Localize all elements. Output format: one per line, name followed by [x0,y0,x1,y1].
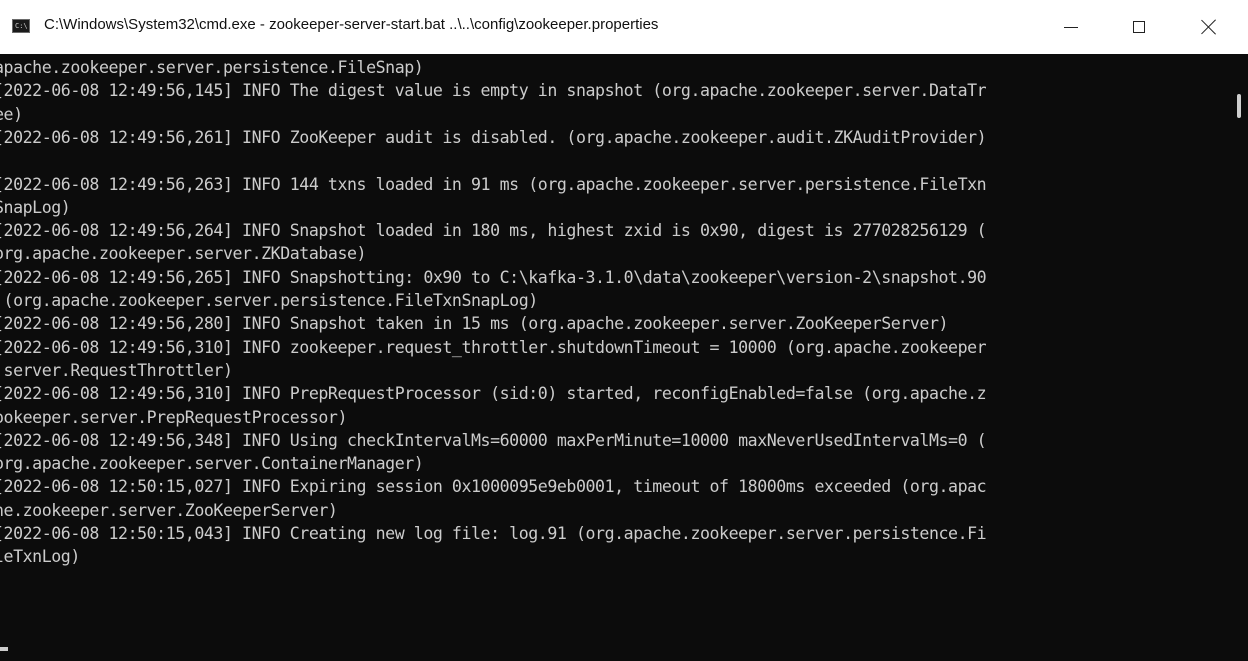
minimize-button[interactable] [1040,0,1102,54]
console-line: he.zookeeper.server.ZooKeeperServer) [0,500,338,520]
scrollbar-thumb[interactable] [1237,94,1241,118]
console-line: org.apache.zookeeper.server.ContainerMan… [0,454,424,474]
console-line: [2022-06-08 12:49:56,310] INFO PrepReque… [0,384,987,404]
console-line: [2022-06-08 12:49:56,348] INFO Using che… [0,430,987,450]
console-line: [2022-06-08 12:49:56,280] INFO Snapshot … [0,314,949,334]
console-line: SnapLog) [0,197,71,217]
maximize-icon [1133,21,1145,33]
console-line: apache.zookeeper.server.persistence.File… [0,58,424,77]
console-line: [2022-06-08 12:50:15,027] INFO Expiring … [0,477,987,497]
close-icon [1201,19,1217,35]
title-bar[interactable]: C:\ C:\Windows\System32\cmd.exe - zookee… [0,0,1248,54]
console-line: [2022-06-08 12:49:56,263] INFO 144 txns … [0,174,987,194]
text-cursor [0,647,8,651]
console-line: [2022-06-08 12:49:56,310] INFO zookeeper… [0,337,987,357]
close-button[interactable] [1178,0,1240,54]
maximize-button[interactable] [1108,0,1170,54]
console-line: ee) [0,104,23,124]
console-output[interactable]: apache.zookeeper.server.persistence.File… [0,54,1228,661]
minimize-icon [1064,26,1078,28]
window-title: C:\Windows\System32\cmd.exe - zookeeper-… [44,16,659,33]
console-line: [2022-06-08 12:49:56,145] INFO The diges… [0,81,987,101]
console-line: leTxnLog) [0,547,80,567]
console-line: ookeeper.server.PrepRequestProcessor) [0,407,347,427]
console-line: [2022-06-08 12:49:56,265] INFO Snapshott… [0,267,987,287]
cmd-window: C:\ C:\Windows\System32\cmd.exe - zookee… [0,0,1248,661]
scrollbar[interactable] [1228,54,1248,661]
console-line: [2022-06-08 12:50:15,043] INFO Creating … [0,524,987,543]
cmd-icon[interactable]: C:\ [12,19,30,33]
console-line: (org.apache.zookeeper.server.persistence… [0,291,539,310]
console-line: org.apache.zookeeper.server.ZKDatabase) [0,244,367,264]
console-line: [2022-06-08 12:49:56,264] INFO Snapshot … [0,221,987,241]
console-line: .server.RequestThrottler) [0,360,233,380]
console-line: [2022-06-08 12:49:56,261] INFO ZooKeeper… [0,127,987,147]
